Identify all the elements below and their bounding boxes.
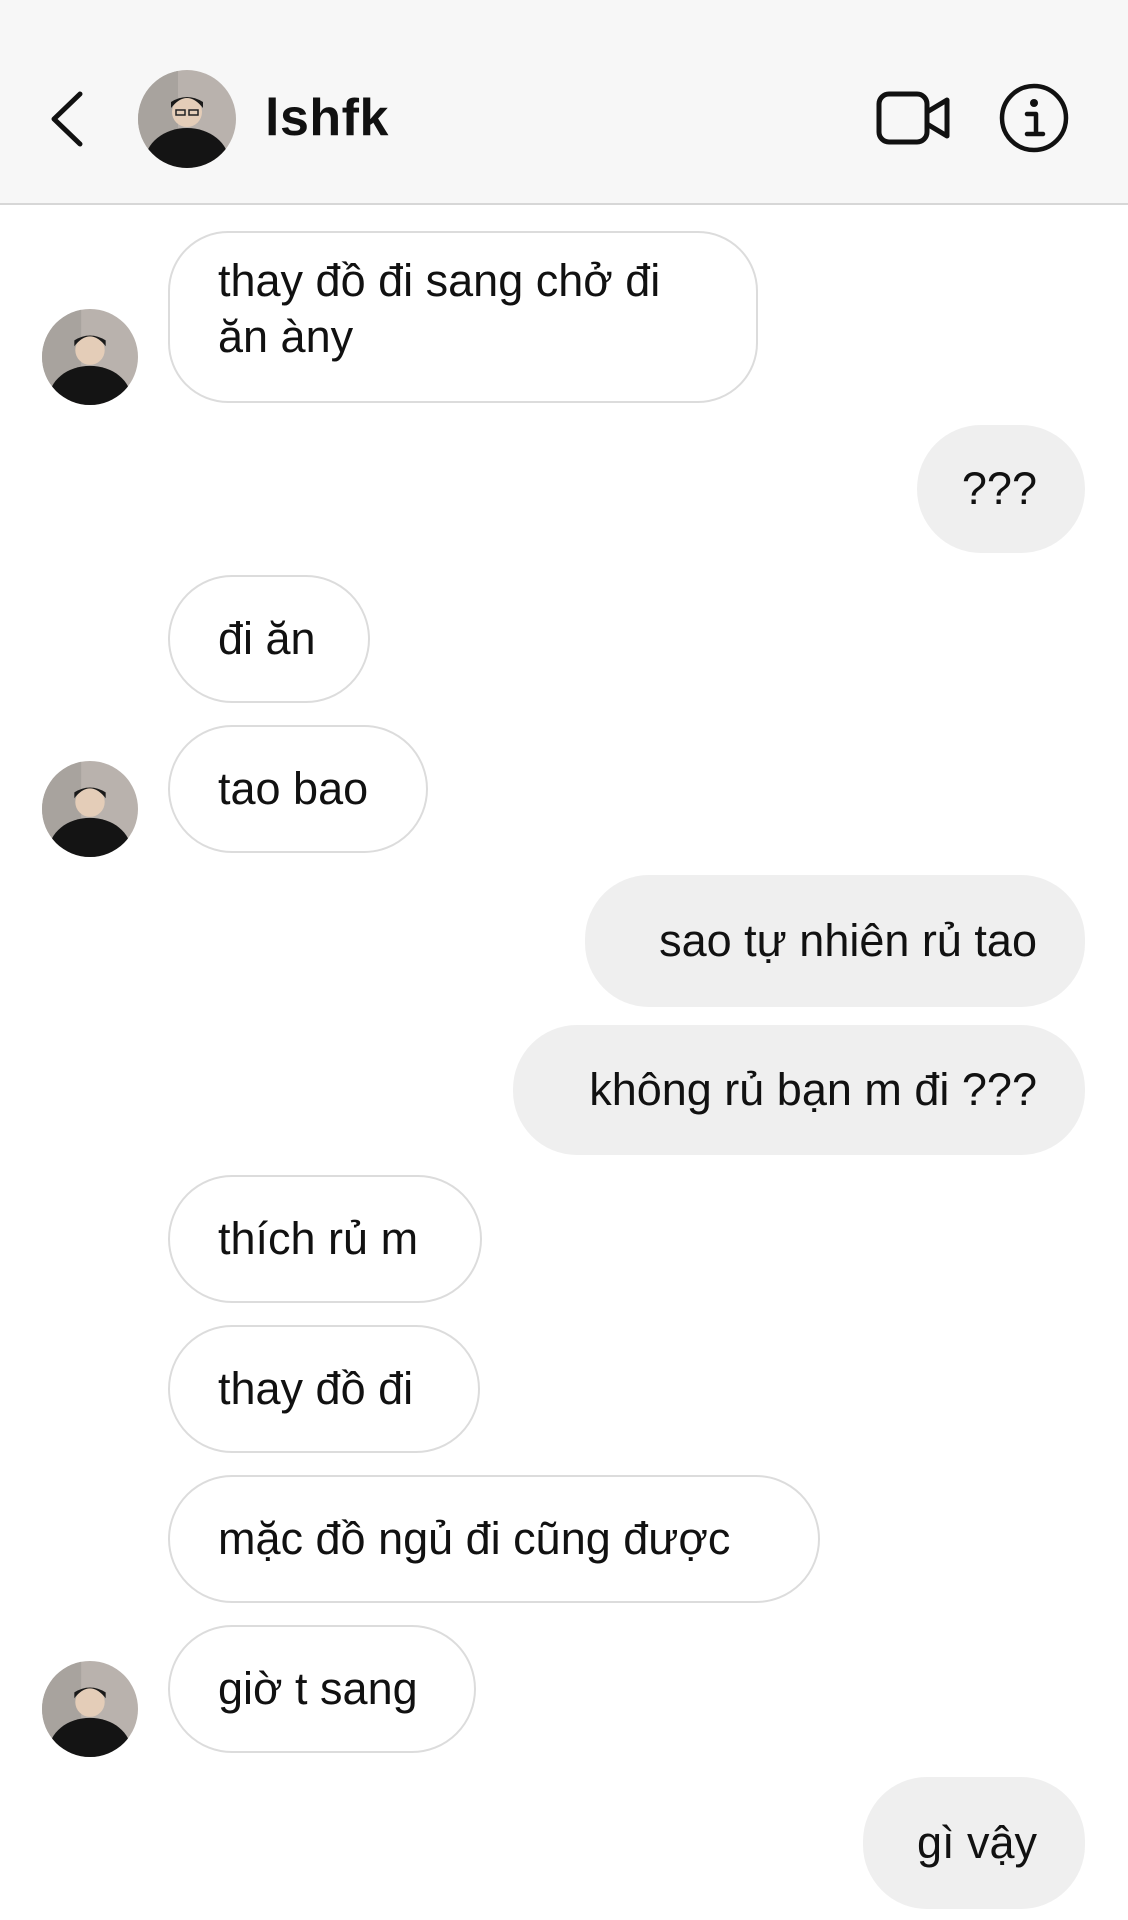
- info-icon: [999, 83, 1069, 153]
- sender-avatar[interactable]: [42, 1661, 138, 1757]
- avatar-photo: [42, 761, 138, 857]
- message-text: sao tự nhiên rủ tao: [659, 915, 1037, 966]
- message-bubble-outgoing[interactable]: gì vậy: [863, 1777, 1085, 1909]
- message-text: mặc đồ ngủ đi cũng được: [218, 1513, 731, 1564]
- avatar-photo: [42, 1661, 138, 1757]
- chat-header: lshfk: [0, 0, 1128, 205]
- message-bubble-incoming[interactable]: thay đồ đi: [168, 1325, 480, 1453]
- info-button[interactable]: [998, 82, 1070, 154]
- contact-avatar[interactable]: [138, 70, 236, 168]
- chevron-left-icon: [51, 91, 83, 147]
- contact-name[interactable]: lshfk: [265, 86, 389, 150]
- message-text: thay đồ đi: [218, 1363, 414, 1414]
- sender-avatar[interactable]: [42, 761, 138, 857]
- message-bubble-incoming[interactable]: giờ t sang: [168, 1625, 476, 1753]
- message-bubble-outgoing[interactable]: sao tự nhiên rủ tao: [585, 875, 1085, 1007]
- message-text: gì vậy: [916, 1817, 1037, 1868]
- back-button[interactable]: [40, 80, 92, 158]
- message-text: thay đồ đi sang chở đi ăn àny: [218, 255, 661, 362]
- message-bubble-outgoing[interactable]: ???: [917, 425, 1085, 553]
- message-bubble-incoming[interactable]: tao bao: [168, 725, 428, 853]
- sender-avatar[interactable]: [42, 309, 138, 405]
- message-text: giờ t sang: [218, 1663, 418, 1714]
- message-text: ???: [961, 463, 1037, 514]
- message-bubble-incoming[interactable]: đi ăn: [168, 575, 370, 703]
- video-call-button[interactable]: [875, 88, 953, 150]
- message-text: đi ăn: [218, 613, 316, 664]
- message-bubble-incoming[interactable]: thay đồ đi sang chở đi ăn àny: [168, 231, 758, 403]
- message-bubble-outgoing[interactable]: không rủ bạn m đi ???: [513, 1025, 1085, 1155]
- avatar-photo: [138, 70, 236, 168]
- message-bubble-incoming[interactable]: thích rủ m: [168, 1175, 482, 1303]
- message-text: không rủ bạn m đi ???: [589, 1064, 1037, 1115]
- video-camera-icon: [876, 91, 950, 145]
- message-thread[interactable]: thay đồ đi sang chở đi ăn àny ??? đi ăn …: [0, 207, 1128, 1920]
- message-text: tao bao: [218, 763, 369, 814]
- message-bubble-incoming[interactable]: mặc đồ ngủ đi cũng được: [168, 1475, 820, 1603]
- avatar-photo: [42, 309, 138, 405]
- message-text: thích rủ m: [218, 1213, 419, 1264]
